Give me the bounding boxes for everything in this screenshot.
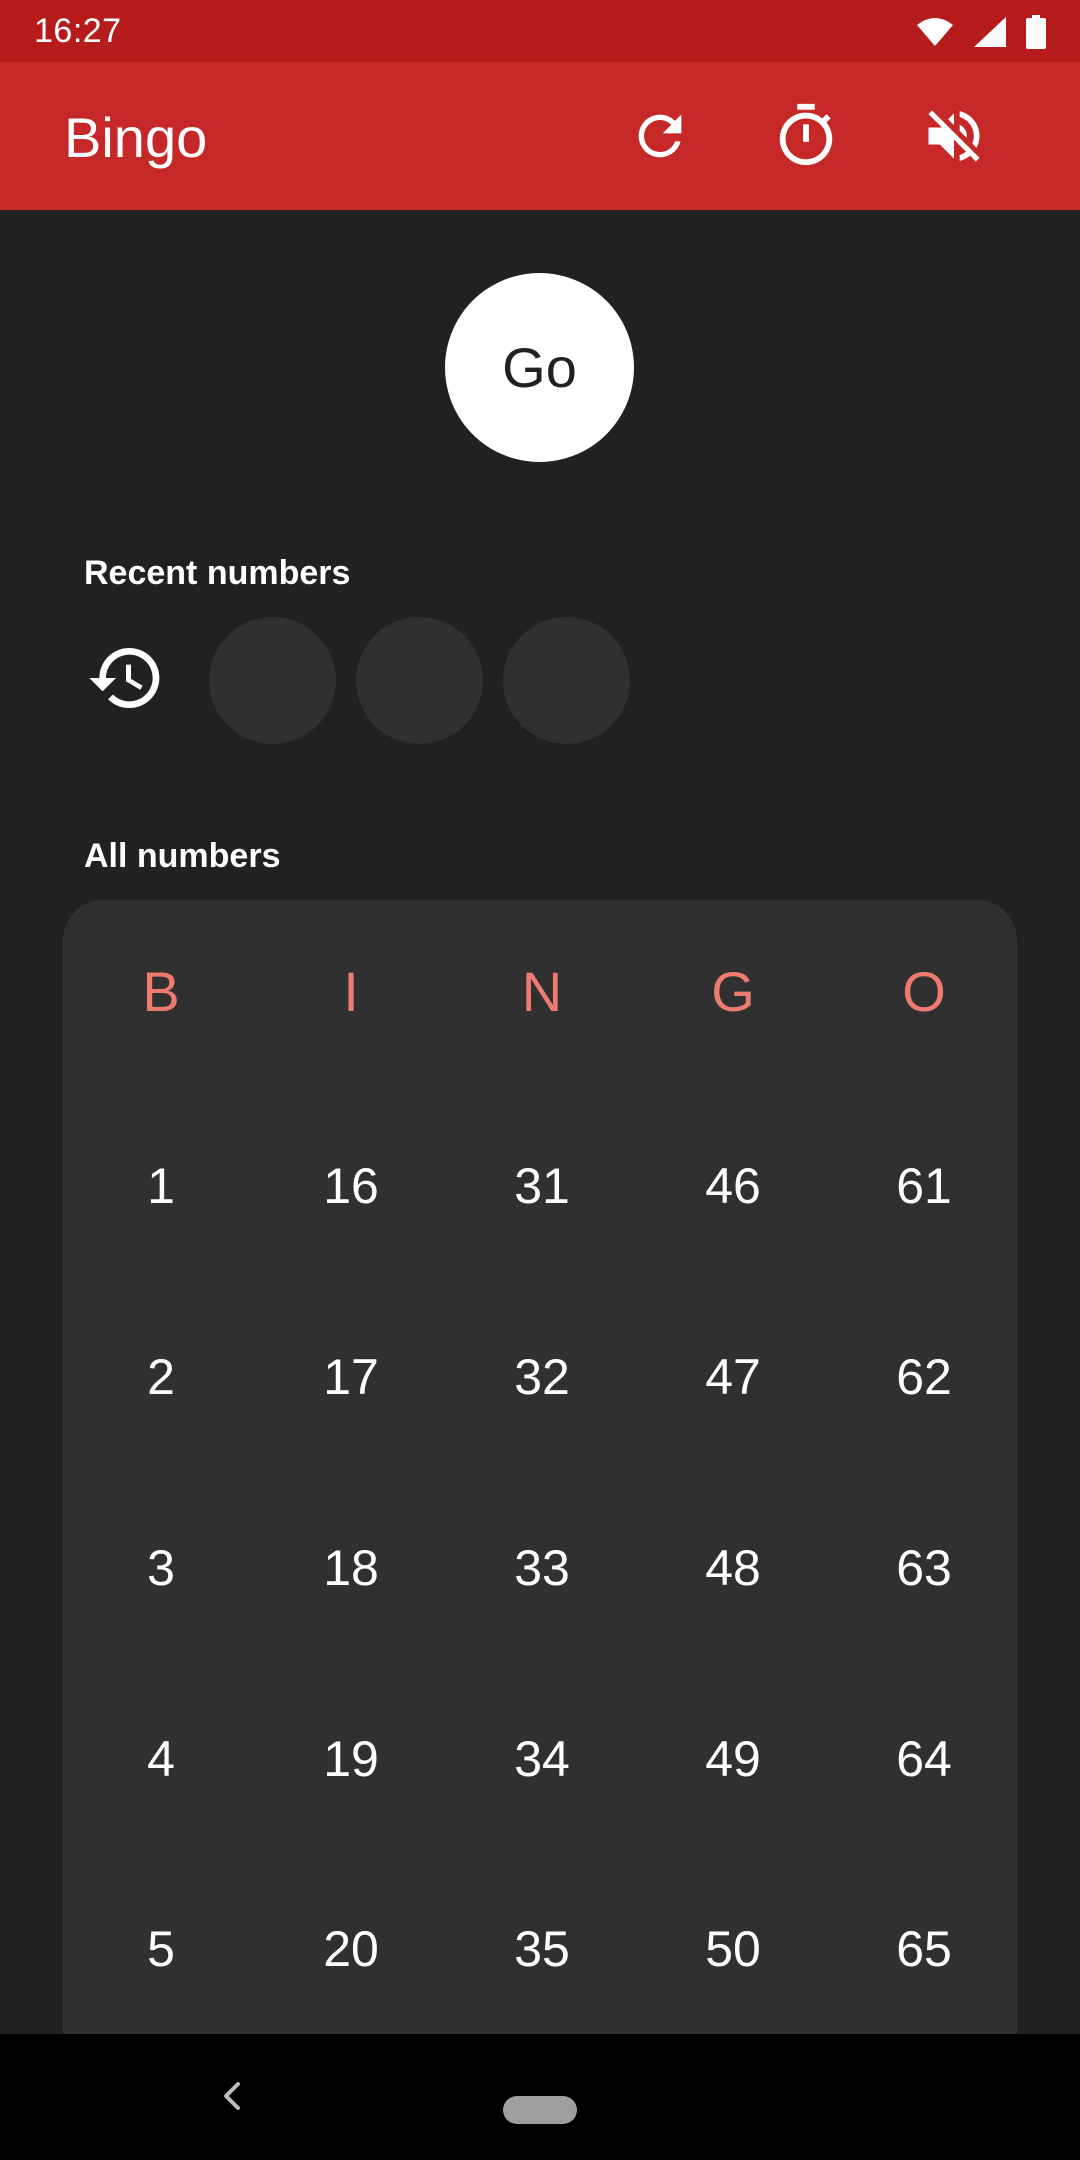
column-header-i: I: [343, 960, 359, 1023]
wifi-icon: [916, 17, 954, 47]
mute-button[interactable]: [908, 90, 1000, 182]
history-icon: [86, 638, 166, 723]
bingo-number-cell[interactable]: 31: [482, 1146, 602, 1226]
recent-numbers-label: Recent numbers: [84, 554, 351, 592]
bingo-number-cell[interactable]: 4: [101, 1719, 221, 1799]
bingo-number-cell[interactable]: 65: [864, 1909, 984, 1989]
recent-number-slot: [356, 617, 483, 744]
go-button[interactable]: Go: [445, 273, 634, 462]
column-header-g: G: [711, 960, 755, 1023]
back-button[interactable]: [212, 2076, 252, 2116]
all-numbers-label: All numbers: [84, 837, 281, 875]
timer-icon: [771, 101, 841, 171]
bingo-number-cell[interactable]: 49: [673, 1719, 793, 1799]
bingo-number-cell[interactable]: 20: [291, 1909, 411, 1989]
status-icons: [916, 12, 1046, 52]
bingo-number-cell[interactable]: 35: [482, 1909, 602, 1989]
bingo-number-cell[interactable]: 3: [101, 1528, 221, 1608]
recent-number-slot: [209, 617, 336, 744]
bingo-number-cell[interactable]: 63: [864, 1528, 984, 1608]
bingo-number-cell[interactable]: 17: [291, 1337, 411, 1417]
refresh-icon: [628, 104, 692, 168]
battery-icon: [1026, 15, 1046, 49]
column-header-o: O: [902, 960, 946, 1023]
bingo-number-cell[interactable]: 47: [673, 1337, 793, 1417]
column-header-n: N: [521, 960, 563, 1023]
status-time: 16:27: [34, 12, 122, 50]
system-nav-bar: [0, 2034, 1080, 2160]
app-title: Bingo: [64, 106, 208, 169]
recent-number-slot: [503, 617, 630, 744]
cellular-signal-icon: [972, 16, 1008, 48]
bingo-number-cell[interactable]: 2: [101, 1337, 221, 1417]
bingo-number-cell[interactable]: 46: [673, 1146, 793, 1226]
bingo-number-cell[interactable]: 64: [864, 1719, 984, 1799]
history-button[interactable]: [86, 640, 166, 720]
refresh-button[interactable]: [614, 90, 706, 182]
bingo-number-cell[interactable]: 61: [864, 1146, 984, 1226]
app-bar: Bingo: [0, 62, 1080, 210]
bingo-number-cell[interactable]: 32: [482, 1337, 602, 1417]
bingo-number-cell[interactable]: 48: [673, 1528, 793, 1608]
bingo-number-cell[interactable]: 19: [291, 1719, 411, 1799]
bingo-number-cell[interactable]: 1: [101, 1146, 221, 1226]
bingo-number-cell[interactable]: 62: [864, 1337, 984, 1417]
bingo-number-cell[interactable]: 18: [291, 1528, 411, 1608]
bingo-number-cell[interactable]: 16: [291, 1146, 411, 1226]
timer-button[interactable]: [760, 90, 852, 182]
bingo-board: B I N G O 1 16 31 46 61 2 17 32 47 62 3 …: [63, 900, 1017, 2040]
status-bar: 16:27: [0, 0, 1080, 62]
column-header-b: B: [142, 960, 180, 1023]
bingo-number-cell[interactable]: 33: [482, 1528, 602, 1608]
volume-off-icon: [920, 102, 988, 170]
bingo-number-cell[interactable]: 50: [673, 1909, 793, 1989]
home-pill-icon[interactable]: [503, 2096, 577, 2124]
back-icon: [212, 2082, 252, 2120]
bingo-number-cell[interactable]: 34: [482, 1719, 602, 1799]
bingo-number-cell[interactable]: 5: [101, 1909, 221, 1989]
